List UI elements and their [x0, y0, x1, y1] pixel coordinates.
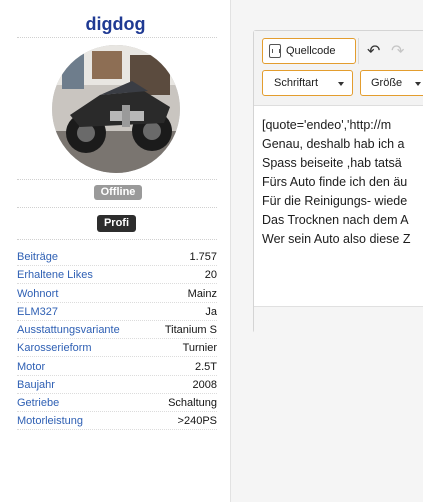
stat-row-posts: Beiträge 1.757	[17, 249, 217, 266]
stat-label[interactable]: Motorleistung	[17, 413, 83, 429]
source-code-button[interactable]: Quellcode	[262, 38, 356, 64]
stat-label[interactable]: ELM327	[17, 304, 58, 320]
stat-row-engine: Motor 2.5T	[17, 359, 217, 376]
editor-line: [quote='endeo','http://m	[262, 118, 392, 132]
stat-label[interactable]: Motor	[17, 359, 45, 375]
editor-line: Genau, deshalb hab ich a	[262, 137, 405, 151]
stat-row-power: Motorleistung >240PS	[17, 413, 217, 431]
stat-value: 1.757	[189, 251, 217, 263]
undo-redo-group: ↶ ↷	[358, 38, 419, 64]
stat-label[interactable]: Baujahr	[17, 377, 55, 393]
stat-value: 20	[204, 269, 217, 282]
chevron-down-icon	[415, 82, 421, 86]
editor-line: Wer sein Auto also diese Z	[262, 232, 411, 246]
stat-label[interactable]: Erhaltene Likes	[17, 267, 93, 283]
stat-value: Turnier	[182, 342, 217, 355]
stat-row-body: Karosserieform Turnier	[17, 340, 217, 358]
editor-line: Spass beiseite ,hab tatsä	[262, 156, 402, 170]
status-badge: Offline	[94, 185, 142, 200]
rich-text-editor: Quellcode ↶ ↷ Schriftart Größe [quote='e…	[253, 30, 423, 333]
font-family-dropdown[interactable]: Schriftart	[262, 70, 353, 96]
reply-editor-area: Quellcode ↶ ↷ Schriftart Größe [quote='e…	[231, 0, 423, 502]
stat-row-likes: Erhaltene Likes 20	[17, 267, 217, 285]
redo-icon[interactable]: ↷	[391, 41, 404, 61]
avatar[interactable]	[52, 45, 180, 173]
stat-value: Schaltung	[168, 397, 217, 409]
stat-row-gearbox: Getriebe Schaltung	[17, 395, 217, 412]
stat-label[interactable]: Karosserieform	[17, 340, 92, 356]
editor-toolbar: Quellcode ↶ ↷ Schriftart Größe	[254, 31, 423, 106]
divider	[17, 179, 217, 180]
divider	[17, 207, 217, 208]
font-family-label: Schriftart	[274, 77, 319, 89]
stat-row-year: Baujahr 2008	[17, 377, 217, 394]
chevron-down-icon	[338, 82, 344, 86]
source-code-label: Quellcode	[286, 45, 336, 57]
stat-label[interactable]: Wohnort	[17, 286, 58, 302]
stat-label[interactable]: Getriebe	[17, 395, 59, 411]
stat-row-elm327: ELM327 Ja	[17, 304, 217, 321]
stat-label[interactable]: Beiträge	[17, 249, 58, 265]
font-size-dropdown[interactable]: Größe	[360, 70, 423, 96]
stat-value: >240PS	[177, 415, 217, 428]
stat-value: 2.5T	[194, 360, 217, 373]
profile-stats-list: Beiträge 1.757 Erhaltene Likes 20 Wohnor…	[17, 249, 217, 432]
editor-content[interactable]: [quote='endeo','http://m Genau, deshalb …	[262, 116, 423, 306]
editor-line: Das Trocknen nach dem A	[262, 213, 409, 227]
editor-statusbar	[254, 306, 423, 333]
rank-badge: Profi	[97, 215, 136, 232]
stat-row-trim: Ausstattungsvariante Titanium S	[17, 322, 217, 339]
divider	[17, 239, 217, 240]
stat-value: Mainz	[187, 287, 217, 300]
editor-line: Fürs Auto finde ich den äu	[262, 175, 408, 189]
divider	[17, 37, 217, 38]
stat-value: Titanium S	[164, 324, 217, 336]
stat-value: 2008	[192, 378, 217, 391]
stat-value: Ja	[205, 305, 217, 318]
avatar-photo	[52, 45, 180, 173]
editor-line: Für die Reinigungs- wiede	[262, 194, 408, 208]
font-size-label: Größe	[371, 77, 403, 89]
source-code-icon	[269, 44, 281, 58]
username-link[interactable]: digdog	[0, 14, 231, 35]
undo-icon[interactable]: ↶	[367, 41, 380, 61]
stat-row-location: Wohnort Mainz	[17, 286, 217, 303]
user-profile-card: digdog Offline Profi Beiträge 1.757 Erha…	[0, 0, 231, 502]
stat-label[interactable]: Ausstattungsvariante	[17, 322, 120, 338]
